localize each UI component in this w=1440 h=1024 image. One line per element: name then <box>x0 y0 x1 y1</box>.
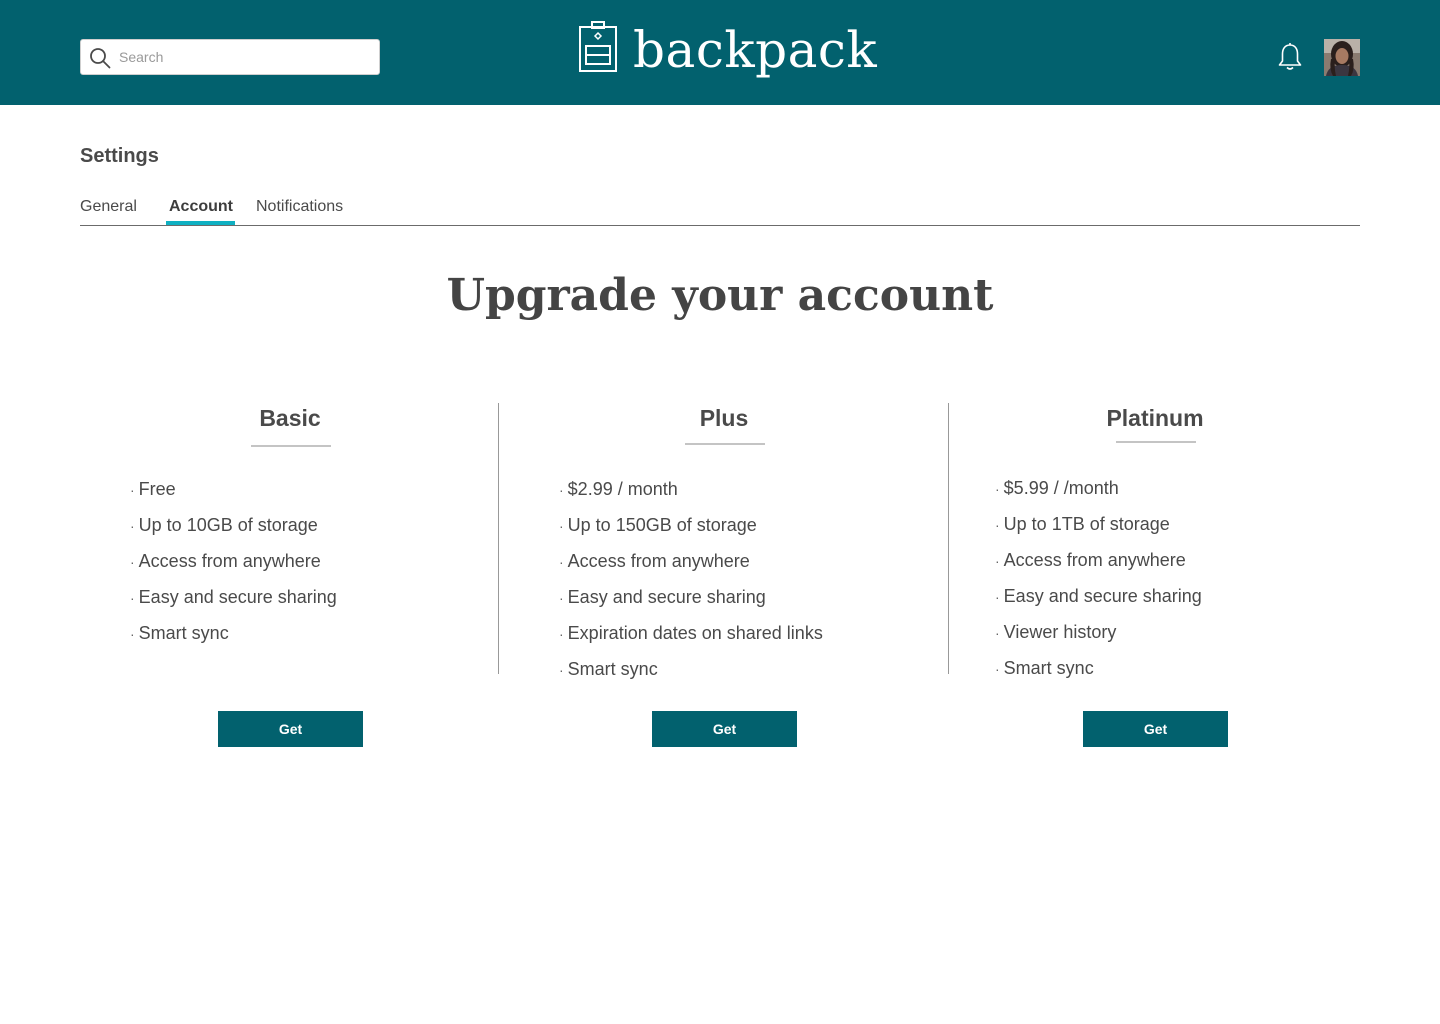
feature-item: · Smart sync <box>130 623 229 643</box>
feature-item: · Smart sync <box>559 659 658 679</box>
bell-icon[interactable] <box>1276 42 1304 72</box>
avatar[interactable] <box>1324 39 1360 76</box>
feature-item: · Up to 150GB of storage <box>559 515 757 535</box>
plan-title-platinum: Platinum <box>1106 405 1204 431</box>
plan-features-basic: · Free · Up to 10GB of storage · Access fro… <box>130 478 337 658</box>
plan-title-underline <box>251 445 331 447</box>
active-tab-indicator <box>166 221 235 225</box>
feature-item: · Free <box>130 479 176 499</box>
column-divider <box>498 403 499 674</box>
search-input[interactable] <box>119 40 374 74</box>
tab-notifications[interactable]: Notifications <box>256 198 343 216</box>
tab-general[interactable]: General <box>80 198 137 216</box>
plan-title-basic: Basic <box>259 405 321 431</box>
tab-account[interactable]: Account <box>169 198 233 216</box>
feature-item: · Easy and secure sharing <box>559 587 766 607</box>
brand-name: backpack <box>633 21 878 79</box>
plan-title-plus: Plus <box>699 405 749 431</box>
search-icon[interactable] <box>89 47 111 69</box>
feature-item: · Easy and secure sharing <box>130 587 337 607</box>
plan-features-plus: · $2.99 / month · Up to 150GB of storage ·… <box>559 478 823 694</box>
column-divider <box>948 403 949 674</box>
feature-item: · Access from anywhere <box>559 551 750 571</box>
plan-title-underline <box>1116 441 1196 443</box>
top-header: backpack <box>0 0 1440 105</box>
plan-features-platinum: · $5.99 / /month · Up to 1TB of storage · A… <box>995 477 1202 693</box>
feature-item: · Access from anywhere <box>130 551 321 571</box>
feature-item: · Access from anywhere <box>995 550 1186 570</box>
get-basic-button[interactable]: Get <box>218 711 363 747</box>
settings-tabs: General Account Notifications <box>80 195 1360 226</box>
user-portrait <box>1324 39 1360 76</box>
feature-item: · Smart sync <box>995 658 1094 678</box>
backpack-logo-icon <box>579 21 617 72</box>
get-plus-button[interactable]: Get <box>652 711 797 747</box>
feature-item: · Up to 10GB of storage <box>130 515 318 535</box>
feature-item: · $5.99 / /month <box>995 478 1119 498</box>
upgrade-title: Upgrade your account <box>446 270 994 321</box>
search-box[interactable] <box>80 39 380 75</box>
feature-item: · Easy and secure sharing <box>995 586 1202 606</box>
feature-item: · Up to 1TB of storage <box>995 514 1170 534</box>
get-platinum-button[interactable]: Get <box>1083 711 1228 747</box>
page-title: Settings <box>80 145 159 167</box>
feature-item: · Viewer history <box>995 622 1117 642</box>
feature-item: · Expiration dates on shared links <box>559 623 823 643</box>
plan-title-underline <box>685 443 765 445</box>
feature-item: · $2.99 / month <box>559 479 678 499</box>
brand-logo[interactable]: backpack <box>578 18 877 86</box>
